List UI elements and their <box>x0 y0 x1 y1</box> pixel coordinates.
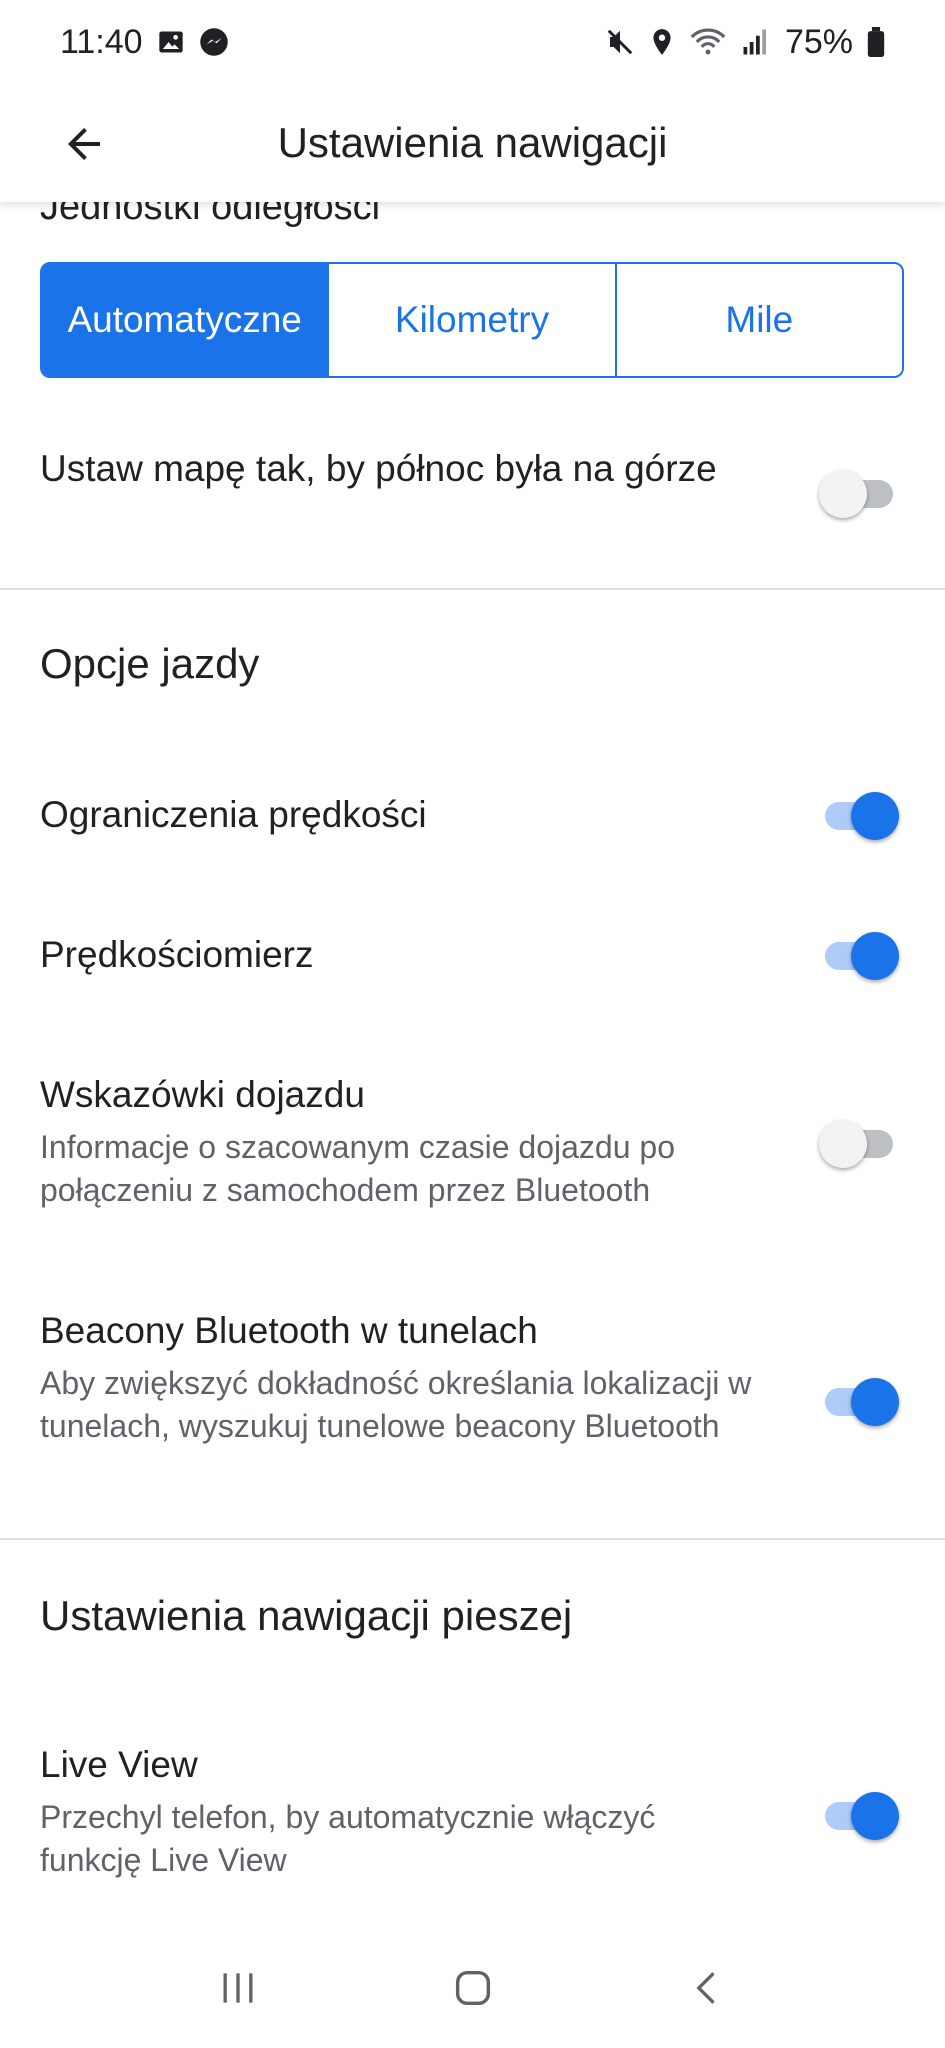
commute-info-label: Wskazówki dojazdu <box>40 1074 365 1115</box>
toggle-thumb <box>851 1792 899 1840</box>
battery-icon <box>867 27 885 57</box>
north-up-row[interactable]: Ustaw mapę tak, by północ była na górze <box>40 444 765 494</box>
location-icon <box>649 27 675 57</box>
recent-apps-button[interactable] <box>198 1948 278 2028</box>
status-time: 11:40 <box>60 22 143 61</box>
home-button[interactable] <box>433 1948 513 2028</box>
app-bar: Ustawienia nawigacji <box>0 84 945 202</box>
speedometer-toggle[interactable] <box>819 928 899 984</box>
messenger-icon <box>199 27 229 57</box>
settings-list[interactable]: Jednostki odległości Automatyczne Kilome… <box>0 186 945 2048</box>
tunnel-beacons-row[interactable]: Beacony Bluetooth w tunelach Aby zwiększ… <box>40 1306 765 1448</box>
commute-info-toggle[interactable] <box>819 1116 899 1172</box>
unit-option-auto[interactable]: Automatyczne <box>42 264 328 376</box>
tunnel-beacons-description: Aby zwiększyć dokładność określania loka… <box>40 1365 752 1444</box>
home-icon <box>455 1970 490 2006</box>
system-nav-bar <box>0 1928 945 2048</box>
section-title-walking: Ustawienia nawigacji pieszej <box>40 1592 573 1639</box>
tunnel-beacons-label: Beacony Bluetooth w tunelach <box>40 1310 538 1351</box>
toggle-thumb <box>851 932 899 980</box>
north-up-toggle[interactable] <box>819 466 899 522</box>
speed-limits-toggle[interactable] <box>819 788 899 844</box>
status-bar-left: 11:40 <box>60 23 229 62</box>
image-icon <box>157 28 185 56</box>
speedometer-label: Prędkościomierz <box>40 934 314 975</box>
divider <box>0 1538 945 1540</box>
speed-limits-label: Ograniczenia prędkości <box>40 794 427 835</box>
distance-units-selector: Automatyczne Kilometry Mile <box>40 262 904 378</box>
live-view-toggle[interactable] <box>819 1788 899 1844</box>
unit-option-miles[interactable]: Mile <box>614 264 902 376</box>
status-bar: 11:40 75% <box>0 0 945 84</box>
toggle-thumb <box>819 1120 867 1168</box>
mute-icon <box>605 27 635 57</box>
recent-apps-icon <box>223 1973 252 2003</box>
section-title-driving: Opcje jazdy <box>40 640 260 687</box>
status-bar-right: 75% <box>605 23 885 62</box>
live-view-row[interactable]: Live View Przechyl telefon, by automatyc… <box>40 1740 765 1882</box>
battery-percent: 75% <box>784 22 853 61</box>
divider <box>0 588 945 590</box>
page-title: Ustawienia nawigacji <box>277 119 668 166</box>
north-up-label: Ustaw mapę tak, by północ była na górze <box>40 448 717 489</box>
speed-limits-row[interactable]: Ograniczenia prędkości <box>40 790 765 840</box>
live-view-description: Przechyl telefon, by automatycznie włącz… <box>40 1799 656 1878</box>
toggle-thumb <box>851 1378 899 1426</box>
commute-info-description: Informacje o szacowanym czasie dojazdu p… <box>40 1129 675 1208</box>
toggle-thumb <box>819 470 867 518</box>
tunnel-beacons-toggle[interactable] <box>819 1374 899 1430</box>
commute-info-row[interactable]: Wskazówki dojazdu Informacje o szacowany… <box>40 1070 765 1212</box>
signal-icon <box>741 27 771 57</box>
chevron-left-icon <box>695 1972 715 2004</box>
system-back-button[interactable] <box>668 1948 748 2028</box>
live-view-label: Live View <box>40 1744 198 1785</box>
toggle-thumb <box>851 792 899 840</box>
wifi-icon <box>689 27 727 57</box>
unit-option-km[interactable]: Kilometry <box>327 264 614 376</box>
speedometer-row[interactable]: Prędkościomierz <box>40 930 765 980</box>
